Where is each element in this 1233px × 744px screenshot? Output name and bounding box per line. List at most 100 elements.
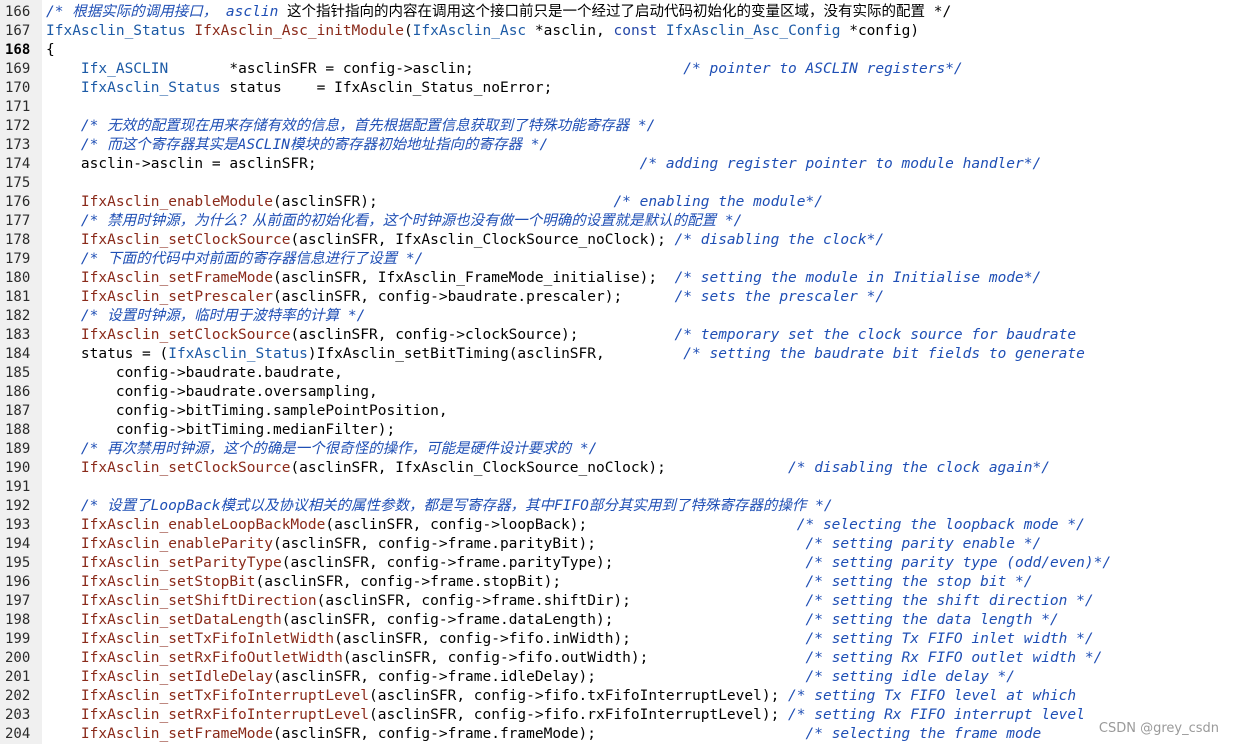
code-line[interactable]: 187 config->bitTiming.samplePointPositio… [0, 402, 1233, 421]
code-token: (asclinSFR, config->fifo.rxFifoInterrupt… [369, 707, 789, 723]
code-text: IfxAsclin_enableParity(asclinSFR, config… [46, 535, 1041, 554]
code-token: IfxAsclin_setPrescaler [80, 289, 273, 305]
code-line[interactable]: 189 /* 再次禁用时钟源，这个的确是一个很奇怪的操作，可能是硬件设计要求的 … [0, 440, 1233, 459]
code-token: IfxAsclin_Status [46, 23, 186, 39]
code-line[interactable]: 186 config->baudrate.oversampling, [0, 383, 1233, 402]
code-comment: /* setting the module in Initialise mode… [674, 270, 1042, 286]
code-line[interactable]: 180 IfxAsclin_setFrameMode(asclinSFR, If… [0, 269, 1233, 288]
code-comment: /* 设置时钟源，临时用于波特率的计算 */ [80, 308, 366, 324]
code-comment: /* setting Rx FIFO outlet width */ [805, 650, 1103, 666]
code-line[interactable]: 173 /* 而这个寄存器其实是ASCLIN模块的寄存器初始地址指向的寄存器 *… [0, 136, 1233, 155]
line-number: 179 [5, 251, 31, 267]
code-line[interactable]: 197 IfxAsclin_setShiftDirection(asclinSF… [0, 592, 1233, 611]
code-line[interactable]: 192 /* 设置了LoopBack模式以及协议相关的属性参数，都是写寄存器，其… [0, 497, 1233, 516]
code-line[interactable]: 199 IfxAsclin_setTxFifoInletWidth(asclin… [0, 630, 1233, 649]
code-token: IfxAsclin_enableParity [80, 536, 273, 552]
code-text: /* 禁用时钟源，为什么？从前面的初始化看，这个时钟源也没有做一个明确的设置就是… [46, 212, 742, 231]
code-line[interactable]: 191 [0, 478, 1233, 497]
code-text: IfxAsclin_setTxFifoInterruptLevel(asclin… [46, 687, 1076, 706]
code-token: )IfxAsclin_setBitTiming(asclinSFR, [307, 346, 684, 362]
line-number: 204 [5, 726, 31, 742]
code-token: IfxAsclin_enableLoopBackMode [80, 517, 326, 533]
line-number: 172 [5, 118, 31, 134]
code-comment: /* setting parity enable */ [805, 536, 1042, 552]
code-line[interactable]: 188 config->bitTiming.medianFilter); [0, 421, 1233, 440]
code-line[interactable]: 190 IfxAsclin_setClockSource(asclinSFR, … [0, 459, 1233, 478]
code-text: Ifx_ASCLIN *asclinSFR = config->asclin; … [46, 60, 963, 79]
line-number: 200 [5, 650, 31, 666]
code-text: IfxAsclin_Status IfxAsclin_Asc_initModul… [46, 22, 919, 41]
code-line[interactable]: 167 IfxAsclin_Status IfxAsclin_Asc_initMo… [0, 22, 1233, 41]
code-text: /* 设置时钟源，临时用于波特率的计算 */ [46, 307, 365, 326]
code-text: IfxAsclin_setFrameMode(asclinSFR, config… [46, 725, 1041, 744]
line-number: 203 [5, 707, 31, 723]
code-line[interactable]: 196 IfxAsclin_setStopBit(asclinSFR, conf… [0, 573, 1233, 592]
code-line[interactable]: 175 [0, 174, 1233, 193]
code-line[interactable]: 201 IfxAsclin_setIdleDelay(asclinSFR, co… [0, 668, 1233, 687]
code-line[interactable]: 203 IfxAsclin_setRxFifoInterruptLevel(as… [0, 706, 1233, 725]
code-line[interactable]: 170 IfxAsclin_Status status = IfxAsclin_… [0, 79, 1233, 98]
code-token: status = IfxAsclin_Status_noError; [220, 80, 553, 96]
code-line[interactable]: 194 IfxAsclin_enableParity(asclinSFR, co… [0, 535, 1233, 554]
code-comment: /* setting parity type (odd/even)*/ [805, 555, 1112, 571]
code-line[interactable]: 174 asclin->asclin = asclinSFR; /* addin… [0, 155, 1233, 174]
code-line[interactable]: 178 IfxAsclin_setClockSource(asclinSFR, … [0, 231, 1233, 250]
code-line[interactable]: 200 IfxAsclin_setRxFifoOutletWidth(ascli… [0, 649, 1233, 668]
code-token: IfxAsclin_setIdleDelay [80, 669, 273, 685]
code-token: (asclinSFR, IfxAsclin_FrameMode_initiali… [272, 270, 675, 286]
code-line[interactable]: 181 IfxAsclin_setPrescaler(asclinSFR, co… [0, 288, 1233, 307]
code-line[interactable]: 169 Ifx_ASCLIN *asclinSFR = config->ascl… [0, 60, 1233, 79]
code-comment: /* setting the shift direction */ [805, 593, 1094, 609]
code-comment: /* 再次禁用时钟源，这个的确是一个很奇怪的操作，可能是硬件设计要求的 */ [80, 441, 598, 457]
line-number: 174 [5, 156, 31, 172]
line-number: 190 [5, 460, 31, 476]
code-line[interactable]: 166 /* 根据实际的调用接口， asclin 这个指针指向的内容在调用这个接口… [0, 3, 1233, 22]
code-comment: /* setting idle delay */ [805, 669, 1016, 685]
code-line[interactable]: 183 IfxAsclin_setClockSource(asclinSFR, … [0, 326, 1233, 345]
code-line[interactable]: 179 /* 下面的代码中对前面的寄存器信息进行了设置 */ [0, 250, 1233, 269]
code-line[interactable]: 202 IfxAsclin_setTxFifoInterruptLevel(as… [0, 687, 1233, 706]
line-number: 182 [5, 308, 31, 324]
code-text: /* 无效的配置现在用来存储有效的信息，首先根据配置信息获取到了特殊功能寄存器 … [46, 117, 655, 136]
code-comment: /* setting Tx FIFO inlet width */ [805, 631, 1094, 647]
code-line[interactable]: 198 IfxAsclin_setDataLength(asclinSFR, c… [0, 611, 1233, 630]
code-line[interactable]: 171 [0, 98, 1233, 117]
code-text: IfxAsclin_setClockSource(asclinSFR, conf… [46, 326, 1076, 345]
line-number: 189 [5, 441, 31, 457]
code-line[interactable]: 168 { [0, 41, 1233, 60]
code-token: IfxAsclin_setDataLength [80, 612, 282, 628]
code-line[interactable]: 185 config->baudrate.baudrate, [0, 364, 1233, 383]
code-line[interactable]: 204 IfxAsclin_setFrameMode(asclinSFR, co… [0, 725, 1233, 744]
code-line[interactable]: 193 IfxAsclin_enableLoopBackMode(asclinS… [0, 516, 1233, 535]
code-token: asclin->asclin = asclinSFR; [46, 156, 640, 172]
line-number: 183 [5, 327, 31, 343]
line-number: 166 [5, 4, 31, 20]
code-editor[interactable]: 166 /* 根据实际的调用接口， asclin 这个指针指向的内容在调用这个接口… [0, 0, 1233, 744]
code-line[interactable]: 182 /* 设置时钟源，临时用于波特率的计算 */ [0, 307, 1233, 326]
code-token: (asclinSFR, config->frame.idleDelay); [272, 669, 806, 685]
code-token: IfxAsclin_Status [80, 80, 221, 96]
code-line[interactable]: 176 IfxAsclin_enableModule(asclinSFR); /… [0, 193, 1233, 212]
code-text: IfxAsclin_setClockSource(asclinSFR, IfxA… [46, 231, 884, 250]
code-line[interactable]: 172 /* 无效的配置现在用来存储有效的信息，首先根据配置信息获取到了特殊功能… [0, 117, 1233, 136]
line-number: 194 [5, 536, 31, 552]
code-text: IfxAsclin_enableLoopBackMode(asclinSFR, … [46, 516, 1085, 535]
code-line[interactable]: 184 status = (IfxAsclin_Status)IfxAsclin… [0, 345, 1233, 364]
code-token: (asclinSFR, config->frame.parityBit); [272, 536, 806, 552]
code-line[interactable]: 177 /* 禁用时钟源，为什么？从前面的初始化看，这个时钟源也没有做一个明确的… [0, 212, 1233, 231]
line-number: 167 [5, 23, 31, 39]
code-comment: asclin [225, 4, 279, 20]
code-line[interactable]: 195 IfxAsclin_setParityType(asclinSFR, c… [0, 554, 1233, 573]
